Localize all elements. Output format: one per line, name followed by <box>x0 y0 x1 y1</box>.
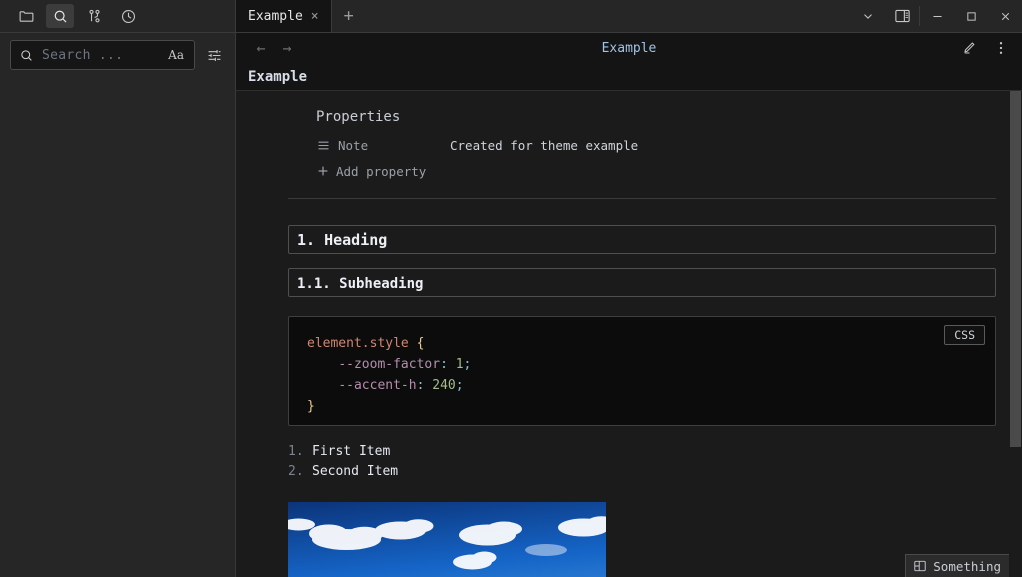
more-vertical-icon[interactable] <box>992 39 1010 57</box>
list-item[interactable]: 1. First Item <box>288 444 996 464</box>
property-value[interactable]: Created for theme example <box>450 138 638 153</box>
match-case-toggle[interactable]: Aa <box>166 48 186 62</box>
back-button[interactable]: ← <box>248 39 274 57</box>
property-row-note[interactable]: Note Created for theme example <box>316 134 996 156</box>
search-input[interactable]: Search ... Aa <box>10 40 195 70</box>
document-content: Properties Note Created for theme exampl… <box>236 91 1022 577</box>
tab-example[interactable]: Example × <box>236 0 332 32</box>
panel-layout-icon[interactable] <box>885 0 919 32</box>
sidebar-toolbar <box>0 0 235 33</box>
heading-2-text: 1.1. Subheading <box>297 276 424 292</box>
heading-1-text: 1. Heading <box>297 231 388 249</box>
search-field-icon <box>21 49 32 61</box>
window-minimize-button[interactable] <box>920 0 954 32</box>
properties-section: Properties Note Created for theme exampl… <box>262 91 996 182</box>
plus-icon <box>318 166 328 176</box>
property-key: Note <box>338 137 369 153</box>
properties-heading: Properties <box>316 109 401 125</box>
forward-button[interactable]: → <box>274 39 300 57</box>
new-tab-button[interactable]: + <box>332 0 366 32</box>
note-lines-icon <box>316 138 338 153</box>
list-item-text: First Item <box>312 444 391 459</box>
sidebar-results-area <box>0 77 235 577</box>
list-item-text: Second Item <box>312 464 399 479</box>
search-placeholder-text: Search ... <box>42 47 124 63</box>
sliders-icon[interactable] <box>203 44 225 66</box>
close-icon[interactable]: × <box>311 10 319 23</box>
status-bar-label: Something <box>933 558 1001 574</box>
scrollbar-thumb[interactable] <box>1010 91 1021 447</box>
mountain-image-graphic <box>288 502 606 577</box>
document-header-title: Example <box>601 40 657 56</box>
document-header-actions <box>960 39 1010 57</box>
window-close-button[interactable] <box>988 0 1022 32</box>
pencil-icon[interactable] <box>960 39 978 57</box>
code-block[interactable]: CSS element.style { --zoom-factor: 1; --… <box>288 316 996 426</box>
sidebar: Search ... Aa <box>0 0 236 577</box>
list-item-number: 2. <box>288 464 304 479</box>
document-header: ← → Example <box>236 33 1022 63</box>
search-icon[interactable] <box>46 4 74 28</box>
tab-bar: Example × + <box>236 0 1022 33</box>
sidebar-search-row: Search ... Aa <box>0 33 235 77</box>
heading-2-block[interactable]: 1.1. Subheading <box>288 268 996 297</box>
snowy-mountain-photo[interactable] <box>288 502 606 577</box>
history-clock-icon[interactable] <box>114 4 142 28</box>
folder-icon[interactable] <box>12 4 40 28</box>
table-layout-icon <box>914 560 926 572</box>
tab-bar-spacer <box>366 0 851 32</box>
list-item[interactable]: 2. Second Item <box>288 464 996 484</box>
page-title: Example <box>248 68 308 85</box>
ordered-list: 1. First Item 2. Second Item <box>288 444 996 484</box>
list-item-number: 1. <box>288 444 304 459</box>
tab-label: Example <box>248 8 303 24</box>
window-maximize-button[interactable] <box>954 0 988 32</box>
heading-1-block[interactable]: 1. Heading <box>288 225 996 254</box>
git-branch-icon[interactable] <box>80 4 108 28</box>
vertical-scrollbar[interactable] <box>1009 91 1022 577</box>
chevron-down-icon[interactable] <box>851 0 885 32</box>
add-property-button[interactable]: Add property <box>316 160 996 182</box>
status-bar-chip[interactable]: Something <box>905 554 1009 577</box>
add-property-label: Add property <box>336 163 427 179</box>
page-title-bar: Example <box>236 63 1022 91</box>
tabbar-actions <box>851 0 1022 32</box>
app-window: Search ... Aa Example × + ← → Example Ex… <box>0 0 1022 577</box>
code-language-badge[interactable]: CSS <box>944 325 985 345</box>
main-area: Example × + ← → Example Example Properti… <box>236 0 1022 577</box>
code-content[interactable]: element.style { --zoom-factor: 1; --acce… <box>307 333 977 417</box>
